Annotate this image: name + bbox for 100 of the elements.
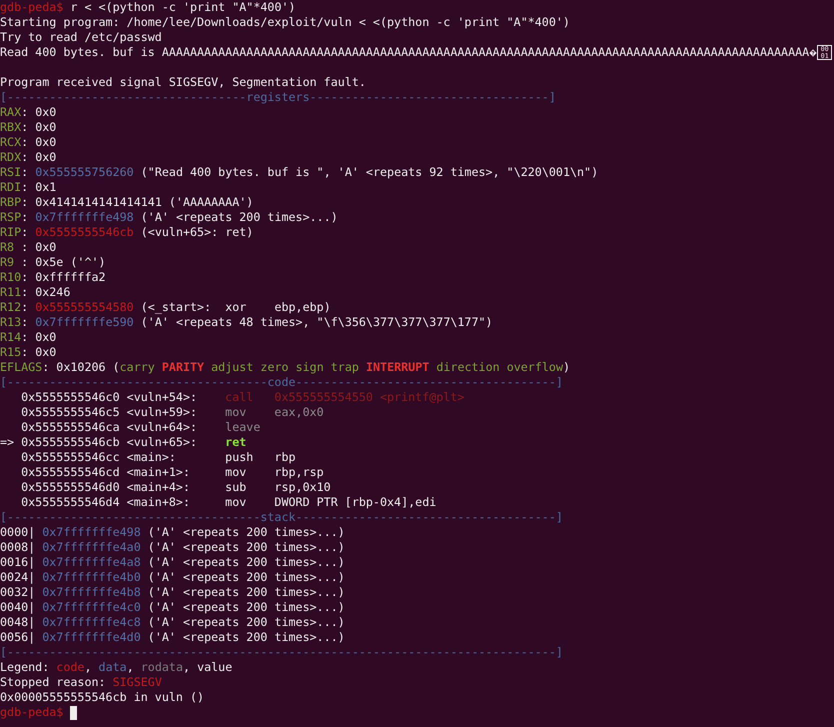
terminal-text: ("Read 400 bytes. buf is ", 'A' <repeats 92 times>, "\220\001\n")	[140, 165, 598, 179]
prompt-text: gdb-peda$	[0, 705, 64, 719]
terminal-text: r < <(python -c 'print "A"*400')	[69, 0, 296, 14]
terminal-text: 0x00005555555546cb in vuln ()	[0, 690, 204, 704]
terminal-text: : 0x0	[20, 240, 56, 254]
section-rule: [----------------------------------registers----------------------------------]	[0, 90, 556, 104]
instruction: leave	[225, 420, 260, 434]
terminal-text: ('A' <repeats 200 times>...)	[146, 525, 345, 539]
terminal-text: 0x5555555546d4 <main+8>: mov DWORD PTR [rbp-0x4],edi	[20, 495, 436, 509]
terminal-text: )	[563, 360, 570, 374]
prompt-text: gdb-peda$	[0, 0, 64, 14]
register-name: RCX	[0, 135, 22, 149]
terminal-text: ('A' <repeats 200 times>...)	[146, 630, 345, 644]
register-name: R10	[0, 270, 22, 284]
register-name: EFLAGS	[0, 360, 42, 374]
terminal-text: ('A' <repeats 200 times>...)	[146, 555, 345, 569]
terminal-text: :	[21, 315, 30, 329]
terminal-text: ('A' <repeats 48 times>, "\f\356\377\377\377\177")	[140, 315, 493, 329]
register-name: R11	[0, 285, 22, 299]
section-rule: [------------------------------------------------------------------------------]	[0, 645, 563, 659]
terminal-text: 0000|	[0, 525, 36, 539]
terminal-text: (<vuln+65>: ret)	[140, 225, 254, 239]
replacement-glyph-icon	[809, 48, 818, 57]
register-name: R13	[0, 315, 22, 329]
register-name: RDX	[0, 150, 22, 164]
terminal-text: :	[21, 165, 30, 179]
terminal-text: : 0xffffffa2	[21, 270, 106, 284]
terminal-text: 0048|	[0, 615, 36, 629]
terminal-text: : 0x5e ('^')	[20, 255, 106, 269]
terminal-text: , value	[183, 660, 232, 674]
terminal-text: : 0x0	[21, 345, 56, 359]
section-rule: [------------------------------------stack-------------------------------------]	[0, 510, 563, 524]
code-address: SIGSEGV	[112, 675, 162, 689]
terminal-text: ('A' <repeats 200 times>...)	[146, 570, 345, 584]
flag-clear: direction overflow	[435, 360, 563, 374]
data-address: 0x7fffffffe498	[42, 525, 141, 539]
flag-set: PARITY	[162, 360, 204, 374]
terminal-text: Try to read /etc/passwd	[0, 30, 162, 44]
register-name: RSI	[0, 165, 22, 179]
code-address: 0x5555555546cb	[35, 225, 134, 239]
terminal-text: Starting program: /home/lee/Downloads/exploit/vuln < <(python -c 'print "A"*400')	[0, 15, 570, 29]
data-address: 0x7fffffffe590	[35, 315, 134, 329]
terminal-text: ('A' <repeats 200 times>...)	[146, 615, 345, 629]
register-name: RAX	[0, 105, 22, 119]
terminal-text: 0x5555555546c0 <vuln+54>:	[20, 390, 198, 404]
terminal-text: 0x5555555546ca <vuln+64>:	[20, 420, 198, 434]
terminal-text: : 0x246	[21, 285, 70, 299]
data-address: 0x7fffffffe498	[35, 210, 134, 224]
terminal-text: : 0x0	[21, 150, 56, 164]
terminal-text: ('A' <repeats 200 times>...)	[146, 540, 345, 554]
terminal-text: ('A' <repeats 200 times>...)	[140, 210, 338, 224]
terminal-text: ('A' <repeats 200 times>...)	[146, 600, 345, 614]
text-cursor	[70, 706, 78, 720]
register-name: R14	[0, 330, 22, 344]
flag-set: INTERRUPT	[366, 360, 430, 374]
data-address: 0x7fffffffe4b8	[42, 585, 141, 599]
instruction: call 0x555555554550 <printf@plt>	[225, 390, 464, 404]
terminal-text: => 0x5555555546cb <vuln+65>:	[0, 435, 198, 449]
terminal-text: Legend:	[0, 660, 50, 674]
terminal-text: 0040|	[0, 600, 36, 614]
terminal-text: 0x5555555546c5 <vuln+59>:	[20, 405, 198, 419]
data-address: 0x7fffffffe4a0	[42, 540, 141, 554]
terminal-text: : 0x0	[21, 120, 56, 134]
terminal-text: Read 400 bytes. buf is AAAAAAAAAAAAAAAAAAAAAAAAAAAAAAAAAAAAAAAAAAAAAAAAAAAAAAAAAAAAAAAAAAAAAAAAAAAAAAAAAAAAAAAAAAAA	[0, 45, 810, 59]
register-name: RBX	[0, 120, 22, 134]
data-address: 0x7fffffffe4a8	[42, 555, 141, 569]
data-address: 0x7fffffffe4c8	[42, 615, 141, 629]
code-address: code	[56, 660, 84, 674]
register-name: RDI	[0, 180, 22, 194]
register-name: R9	[0, 255, 14, 269]
section-rule: [-------------------------------------code-------------------------------------]	[0, 375, 563, 389]
current-instruction: ret	[225, 435, 246, 449]
register-name: R12	[0, 300, 22, 314]
terminal-text: : 0x0	[21, 330, 56, 344]
register-name: R8	[0, 240, 14, 254]
register-name: RSP	[0, 210, 22, 224]
terminal-text: 0x5555555546d0 <main+4>: sub rsp,0x10	[20, 480, 331, 494]
terminal-text: ('A' <repeats 200 times>...)	[146, 585, 345, 599]
terminal-text: 0032|	[0, 585, 36, 599]
terminal-text: Stopped reason:	[0, 675, 107, 689]
terminal-text: Program received signal SIGSEGV, Segmentation fault.	[0, 75, 366, 89]
terminal-text: : 0x0	[21, 135, 56, 149]
terminal-text: : 0x4141414141414141 ('AAAAAAAA')	[21, 195, 254, 209]
register-name: RIP	[0, 225, 22, 239]
terminal-text: ,	[84, 660, 92, 674]
terminal-text: : 0x1	[21, 180, 56, 194]
register-name: RBP	[0, 195, 22, 209]
code-address: 0x555555554580	[35, 300, 134, 314]
terminal-text: : 0x10206 (	[42, 360, 120, 374]
terminal-text: 0x5555555546cd <main+1>: mov rbp,rsp	[20, 465, 324, 479]
terminal-text: ,	[126, 660, 135, 674]
terminal-text: 0024|	[0, 570, 36, 584]
terminal-text: 0008|	[0, 540, 36, 554]
flag-clear: adjust zero sign trap	[210, 360, 360, 374]
rodata-text: rodata	[140, 660, 183, 674]
data-address: 0x7fffffffe4c0	[42, 600, 141, 614]
terminal-text: :	[21, 300, 30, 314]
instruction: mov eax,0x0	[225, 405, 324, 419]
data-address: 0x7fffffffe4b0	[42, 570, 141, 584]
register-name: R15	[0, 345, 22, 359]
